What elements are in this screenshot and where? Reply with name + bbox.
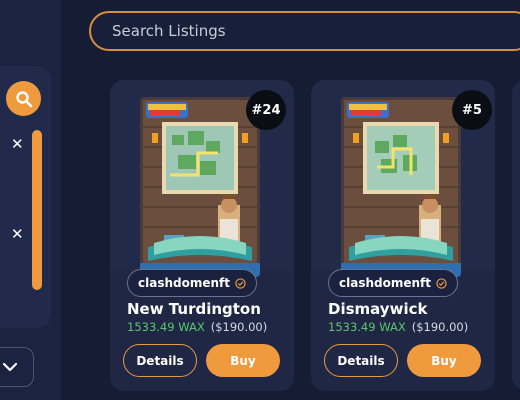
verified-check-icon [235,277,246,289]
token-number-badge: #24 [246,90,286,130]
search-input[interactable] [110,21,494,41]
owner-name: clashdomenft [339,276,431,290]
price-row: 1533.49 WAX ($190.00) [328,320,468,334]
listing-name: Dismaywick [328,300,428,318]
price-wax: 1533.49 WAX [328,320,406,334]
price-usd: ($190.00) [411,320,469,334]
nft-card-art-image[interactable] [140,97,260,277]
listing-name: New Turdington [127,300,261,318]
details-button[interactable]: Details [123,344,197,377]
sidebar-dropdown-button[interactable] [0,347,34,387]
search-icon [15,90,32,107]
verified-check-icon [436,277,447,289]
listing-card-partial[interactable] [512,80,520,391]
buy-button[interactable]: Buy [407,344,481,377]
listing-card[interactable]: #5 clashdomenft Dismaywick 1533.49 WAX ($… [311,80,495,391]
remove-filter-close-icon[interactable]: ✕ [11,225,24,243]
price-row: 1533.49 WAX ($190.00) [127,320,267,334]
chevron-down-icon [2,362,18,372]
listing-card[interactable]: #24 clashdomenft New Turdington 1533.49 … [110,80,294,391]
token-number-badge: #5 [452,90,492,130]
filter-scrollbar[interactable] [32,130,42,290]
nft-card-art-image[interactable] [341,97,461,277]
filter-search-button[interactable] [6,81,41,116]
search-listings-bar[interactable] [89,11,520,51]
price-usd: ($190.00) [210,320,268,334]
buy-button[interactable]: Buy [206,344,280,377]
owner-pill[interactable]: clashdomenft [127,269,257,297]
remove-filter-close-icon[interactable]: ✕ [11,135,24,153]
owner-pill[interactable]: clashdomenft [328,269,458,297]
owner-name: clashdomenft [138,276,230,290]
filter-sidebar: ✕ ✕ [0,0,61,400]
details-button[interactable]: Details [324,344,398,377]
price-wax: 1533.49 WAX [127,320,205,334]
